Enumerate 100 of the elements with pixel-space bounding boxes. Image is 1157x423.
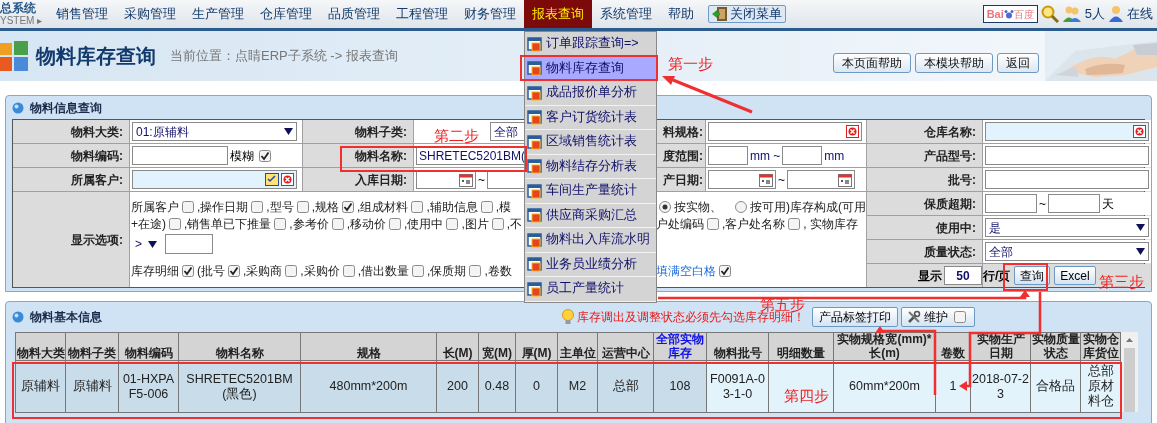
select-field[interactable]: > [131, 235, 161, 253]
select-field[interactable]: 全部 [985, 242, 1149, 261]
option-label: 库存明细 [131, 263, 179, 280]
header-button[interactable]: 本页面帮助 [833, 53, 911, 73]
checkbox[interactable] [788, 217, 801, 230]
checkbox[interactable] [259, 149, 271, 162]
column-header: 物料批号 [707, 333, 769, 361]
input-field[interactable] [132, 146, 228, 165]
checkbox[interactable] [342, 200, 355, 213]
excel-button[interactable]: Excel [1054, 266, 1096, 285]
checkbox[interactable] [480, 200, 493, 213]
select-field[interactable]: 是 [985, 218, 1149, 237]
window-icon [527, 182, 543, 199]
column-header: 长(M) [437, 333, 479, 361]
checkbox[interactable] [411, 200, 424, 213]
input-field[interactable] [1048, 194, 1100, 213]
menu-tab[interactable]: 销售管理 [48, 0, 116, 28]
input-field[interactable] [132, 170, 297, 189]
checkbox[interactable] [296, 200, 309, 213]
table-cell: 200 [437, 361, 479, 413]
option-label: ,模 [495, 198, 512, 216]
option-link[interactable]: 填满空白格 [656, 262, 716, 280]
separator-text: ~ [1039, 195, 1046, 213]
radio-button[interactable] [659, 200, 671, 213]
clear-icon [281, 173, 294, 186]
checkbox[interactable] [228, 265, 240, 277]
table-cell: 1 [936, 361, 971, 413]
panel-title: 物料信息查询 [30, 99, 102, 117]
window-icon [527, 207, 543, 224]
radio-button[interactable] [735, 200, 747, 213]
menu-tab[interactable]: 采购管理 [116, 0, 184, 28]
checkbox[interactable] [342, 265, 355, 277]
menu-tab[interactable]: 系统管理 [592, 0, 660, 28]
menu-tab[interactable]: 报表查询 [524, 0, 592, 28]
checkbox[interactable] [274, 217, 287, 230]
globe-icon [12, 101, 24, 114]
option-label: ,移动价 [346, 215, 387, 233]
menu-tab[interactable]: 工程管理 [388, 0, 456, 28]
checkbox[interactable] [412, 265, 425, 277]
table-cell: F0091A-03-1-0 [707, 361, 769, 413]
input-field[interactable] [985, 146, 1149, 165]
breadcrumb: 当前位置：点睛ERP子系统 -> 报表查询 [170, 47, 398, 66]
input-field[interactable]: 50 [944, 266, 982, 285]
checkbox-label: 模糊 [230, 147, 254, 165]
option-label: ,参考价 [289, 215, 329, 233]
field-label: 批号: [867, 168, 982, 191]
checkbox[interactable] [954, 311, 966, 323]
menu-tab[interactable]: 品质管理 [320, 0, 388, 28]
maintain-button[interactable]: 维护 [901, 307, 975, 327]
option-label: ,借出数量 [357, 263, 410, 280]
field-label: 仓库名称: [867, 120, 982, 143]
field-label: 物料子类: [303, 120, 413, 143]
checkbox[interactable] [182, 200, 194, 213]
checkbox[interactable] [331, 217, 344, 230]
annotation-text: 第三步 [1099, 274, 1144, 289]
input-field[interactable] [787, 170, 855, 189]
menu-tab[interactable]: 财务管理 [456, 0, 524, 28]
input-field[interactable] [708, 146, 748, 165]
checkbox[interactable] [285, 265, 298, 277]
panel-title: 物料基本信息 [30, 309, 102, 326]
checkbox[interactable] [389, 217, 402, 230]
select-field[interactable]: 01:原辅料 [132, 122, 297, 141]
option-label: ,采购商 [243, 263, 283, 280]
header-button[interactable]: 本模块帮助 [915, 53, 993, 73]
checkbox[interactable] [182, 265, 194, 277]
print-label-button[interactable]: 产品标签打印 [812, 307, 898, 327]
checkbox[interactable] [719, 265, 731, 277]
logo-subtext: YSTEM ▸ [0, 16, 44, 26]
separator-text: ~ [778, 171, 785, 189]
window-icon [527, 256, 543, 273]
column-header: 厚(M) [516, 333, 558, 361]
input-field[interactable] [985, 194, 1037, 213]
annotation-text: 第四步 [784, 388, 829, 403]
checkbox[interactable] [469, 265, 482, 277]
table-cell: 60mm*200m [834, 361, 936, 413]
checkbox[interactable] [707, 217, 719, 230]
checkbox[interactable] [251, 200, 264, 213]
input-field[interactable] [165, 234, 213, 254]
column-header: 运营中心 [598, 333, 654, 361]
input-field[interactable] [985, 170, 1149, 189]
dropdown-arrow-icon [1136, 224, 1145, 231]
query-button[interactable]: 查询 [1014, 266, 1051, 285]
input-field[interactable] [985, 122, 1149, 141]
checkbox[interactable] [491, 217, 504, 230]
menu-tab[interactable]: 帮助 [660, 0, 702, 28]
lightbulb-icon [562, 309, 574, 325]
input-field[interactable] [708, 170, 776, 189]
header-button[interactable]: 返回 [997, 53, 1039, 73]
menu-tab[interactable]: 仓库管理 [252, 0, 320, 28]
close-menu-button[interactable]: 关闭菜单 [708, 5, 786, 23]
input-field[interactable] [708, 122, 862, 141]
window-icon [527, 158, 543, 175]
users-icon [1061, 5, 1082, 23]
checkbox[interactable] [169, 217, 181, 230]
input-field[interactable] [782, 146, 823, 165]
field-label: 保质超期: [867, 192, 982, 215]
checkbox[interactable] [446, 217, 459, 230]
separator-text: ~ [478, 171, 485, 189]
menu-tab[interactable]: 生产管理 [184, 0, 252, 28]
table-cell: 0.48 [479, 361, 516, 413]
